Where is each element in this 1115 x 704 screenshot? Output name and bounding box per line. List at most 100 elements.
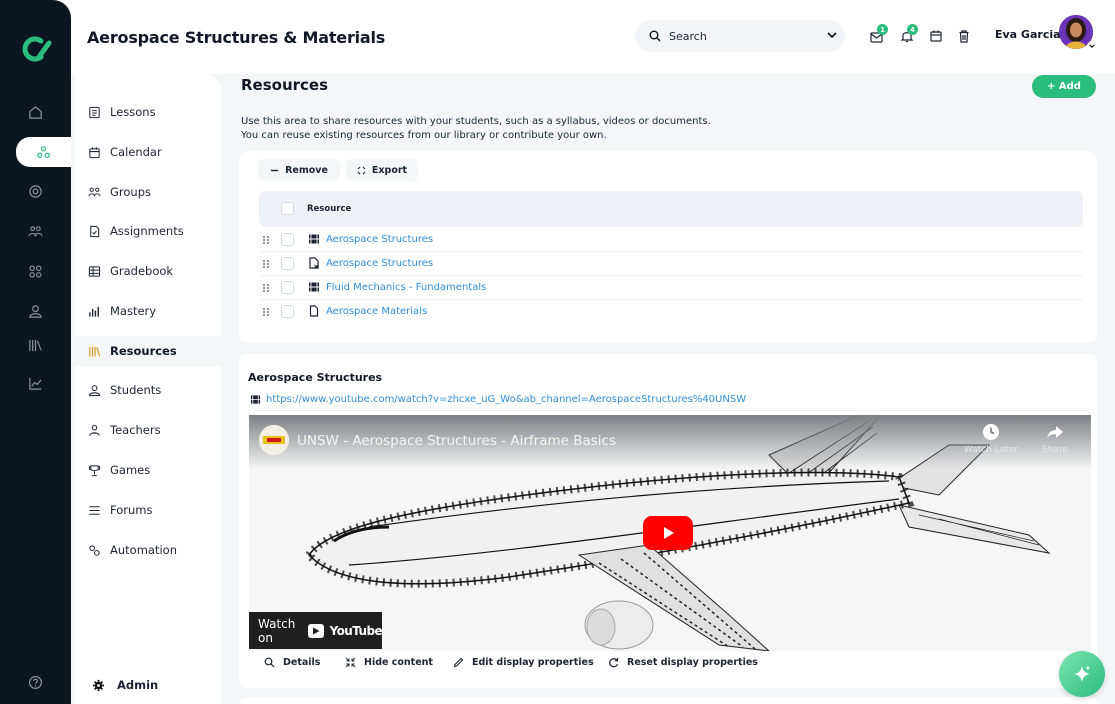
sidebar-item-label: Gradebook <box>110 264 174 278</box>
automation-icon <box>89 544 100 556</box>
file-link-icon <box>309 257 319 269</box>
sidebar-item-label: Groups <box>110 185 152 199</box>
rail-people-icon[interactable] <box>0 216 71 246</box>
drag-handle-icon[interactable] <box>262 236 270 244</box>
watch-later-control[interactable]: Watch Later <box>961 423 1021 455</box>
column-header-resource[interactable]: Resource <box>307 204 351 214</box>
drag-handle-icon[interactable] <box>262 260 270 268</box>
sidebar-item-calendar[interactable]: Calendar <box>88 141 162 163</box>
resource-link[interactable]: Aerospace Materials <box>326 306 427 317</box>
rail-target-icon[interactable] <box>0 176 71 206</box>
resource-link[interactable]: Aerospace Structures <box>326 234 433 245</box>
table-row[interactable]: Aerospace Materials <box>259 300 1083 324</box>
watch-on-youtube-button[interactable]: Watch on YouTube <box>249 612 383 649</box>
table-header <box>259 191 1083 227</box>
youtube-logo-icon <box>308 623 324 638</box>
details-button[interactable]: Details <box>264 657 320 668</box>
rail-courses-icon[interactable] <box>16 137 71 167</box>
table-row[interactable]: Aerospace Structures <box>259 228 1083 252</box>
chevron-down-icon[interactable] <box>826 29 838 41</box>
watch-on-label: Watch on <box>258 616 296 645</box>
sidebar-item-gradebook[interactable]: Gradebook <box>88 260 173 282</box>
icon-rail <box>0 0 71 704</box>
resource-url-link[interactable]: https://www.youtube.com/watch?v=zhcxe_uG… <box>266 394 746 405</box>
resource-link[interactable]: Fluid Mechanics - Fundamentals <box>326 282 486 293</box>
games-icon <box>88 464 101 476</box>
search-icon <box>649 30 661 42</box>
export-icon <box>357 166 366 174</box>
students-icon <box>88 384 101 396</box>
sidebar-item-resources[interactable]: Resources <box>88 340 177 362</box>
table-row[interactable]: Aerospace Structures <box>259 252 1083 276</box>
export-button[interactable]: Export <box>346 159 418 181</box>
resource-link[interactable]: Aerospace Structures <box>326 258 433 269</box>
rail-home-icon[interactable] <box>0 97 71 127</box>
rail-chart-icon[interactable] <box>0 368 71 398</box>
edit-display-label: Edit display properties <box>472 657 594 668</box>
table-row[interactable]: Fluid Mechanics - Fundamentals <box>259 276 1083 300</box>
rail-help-icon[interactable] <box>0 667 71 697</box>
row-checkbox[interactable] <box>281 305 294 318</box>
sidebar-item-games[interactable]: Games <box>88 459 150 481</box>
calendar-icon[interactable] <box>928 28 944 44</box>
drag-handle-icon[interactable] <box>262 308 270 316</box>
teachers-icon <box>89 424 100 436</box>
hide-content-label: Hide content <box>364 657 433 668</box>
reset-icon <box>609 658 619 668</box>
sidebar-item-students[interactable]: Students <box>88 379 161 401</box>
row-checkbox[interactable] <box>281 233 294 246</box>
youtube-wordmark: YouTube <box>329 623 383 638</box>
remove-button[interactable]: Remove <box>258 159 340 181</box>
details-label: Details <box>283 657 321 668</box>
add-resource-button[interactable]: + Add <box>1032 75 1096 98</box>
sidebar-item-mastery[interactable]: Mastery <box>88 300 156 322</box>
sidebar-item-label: Games <box>110 463 151 477</box>
rail-user-icon[interactable] <box>0 296 71 326</box>
resources-icon <box>89 346 101 357</box>
sidebar-item-automation[interactable]: Automation <box>88 539 177 561</box>
sidebar-item-label: Calendar <box>110 145 162 159</box>
groups-icon <box>88 187 101 196</box>
app-logo[interactable] <box>19 32 53 66</box>
sidebar-item-assignments[interactable]: Assignments <box>88 220 184 242</box>
sidebar-item-label: Mastery <box>110 304 157 318</box>
play-button[interactable] <box>643 516 693 550</box>
description-line-2: You can reuse existing resources from ou… <box>241 130 607 141</box>
drag-handle-icon[interactable] <box>262 284 270 292</box>
edit-display-properties-button[interactable]: Edit display properties <box>453 657 594 668</box>
video-title[interactable]: UNSW - Aerospace Structures - Airframe B… <box>297 433 616 449</box>
messages-badge: 1 <box>877 24 888 35</box>
search-input[interactable]: Search <box>635 20 845 52</box>
remove-label: Remove <box>285 164 328 176</box>
sidebar-item-lessons[interactable]: Lessons <box>88 101 156 123</box>
ai-assistant-button[interactable] <box>1059 651 1105 697</box>
description-line-1: Use this area to share resources with yo… <box>241 116 711 127</box>
row-checkbox[interactable] <box>281 281 294 294</box>
admin-link[interactable]: Admin <box>92 678 158 692</box>
avatar-chevron-icon[interactable] <box>1087 41 1097 51</box>
sidebar-item-label: Assignments <box>110 224 184 238</box>
share-control[interactable]: Share <box>1025 423 1085 455</box>
forums-icon <box>89 505 100 515</box>
trash-icon[interactable] <box>956 28 972 44</box>
rail-library-icon[interactable] <box>0 330 71 360</box>
next-card <box>239 697 1097 704</box>
sidebar-item-teachers[interactable]: Teachers <box>88 419 161 441</box>
share-label: Share <box>1042 445 1068 455</box>
export-label: Export <box>371 164 408 176</box>
select-all-checkbox[interactable] <box>281 202 294 215</box>
user-name[interactable]: Eva Garcia <box>995 28 1061 41</box>
resource-title: Aerospace Structures <box>248 371 383 384</box>
alerts-badge: 4 <box>907 24 918 35</box>
rail-apps-icon[interactable] <box>0 256 71 286</box>
sidebar-item-forums[interactable]: Forums <box>88 499 152 521</box>
embedded-video-player[interactable]: UNSW - Aerospace Structures - Airframe B… <box>249 415 1091 651</box>
row-checkbox[interactable] <box>281 257 294 270</box>
hide-content-button[interactable]: Hide content <box>345 657 433 668</box>
lessons-icon <box>89 106 100 118</box>
gear-icon <box>92 679 105 691</box>
sidebar-item-label: Forums <box>110 503 153 517</box>
channel-logo[interactable] <box>259 425 289 455</box>
sidebar-item-groups[interactable]: Groups <box>88 181 151 203</box>
reset-display-properties-button[interactable]: Reset display properties <box>608 657 758 668</box>
